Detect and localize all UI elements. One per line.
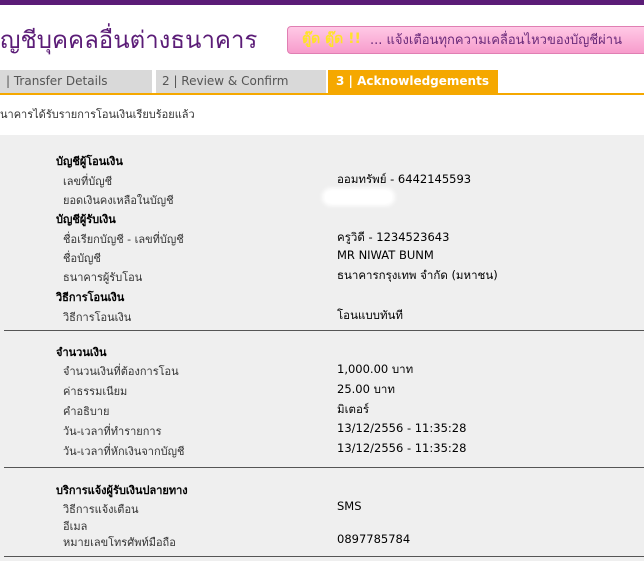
banner-text: ... แจ้งเตือนทุกความเคลื่อนไหวของบัญชีผ่… <box>370 33 622 48</box>
mobile-number-label: หมายเลขโทรศัพท์มือถือ <box>63 536 176 549</box>
notification-promo-banner[interactable]: ตู๊ด ตู๊ด !! ... แจ้งเตือนทุกความเคลื่อน… <box>287 26 644 54</box>
transfer-method-label: วิธีการโอนเงิน <box>63 311 132 324</box>
debit-time-value: 13/12/2556 - 11:35:28 <box>337 441 467 455</box>
notification-channel-value: SMS <box>337 499 362 513</box>
memo-label: คำอธิบาย <box>63 405 110 418</box>
recipient-bank-value: ธนาคารกรุงเทพ จำกัด (มหาชน) <box>337 268 498 282</box>
section-divider <box>4 467 644 468</box>
tab-underline <box>0 93 644 95</box>
memo-value: มิเตอร์ <box>337 402 370 416</box>
recipient-name-label: ชื่อบัญชี <box>63 252 101 265</box>
transaction-time-label: วัน-เวลาที่ทำรายการ <box>63 425 162 438</box>
transfer-amount-label: จำนวนเงินที่ต้องการโอน <box>63 365 179 378</box>
recipient-alias-value: ครูวิดี - 1234523643 <box>337 230 450 244</box>
amount-heading: จำนวนเงิน <box>56 346 107 359</box>
from-account-heading: บัญชีผู้โอนเงิน <box>56 155 123 168</box>
recipient-alias-label: ชื่อเรียกบัญชี - เลขที่บัญชี <box>63 233 184 246</box>
page-title: ญชีบุคคลอื่นต่างธนาคาร <box>0 26 258 54</box>
recipient-notification-heading: บริการแจ้งผู้รับเงินปลายทาง <box>56 484 188 497</box>
tab-acknowledgements[interactable]: 3 | Acknowledgements <box>328 70 498 93</box>
balance-label: ยอดเงินคงเหลือในบัญชี <box>63 194 174 207</box>
tab-review-confirm[interactable]: 2 | Review & Confirm <box>156 70 326 93</box>
from-account-number-value: ออมทรัพย์ - 6442145593 <box>337 172 472 186</box>
top-brand-bar <box>0 0 644 5</box>
section-divider <box>4 556 644 557</box>
transaction-time-value: 13/12/2556 - 11:35:28 <box>337 421 467 435</box>
tab-transfer-details[interactable]: | Transfer Details <box>0 70 154 93</box>
section-divider <box>4 330 644 331</box>
balance-value-redacted <box>325 191 392 203</box>
transfer-method-heading: วิธีการโอนเงิน <box>56 291 125 304</box>
notification-channel-label: วิธีการแจ้งเตือน <box>63 503 139 516</box>
fee-label: ค่าธรรมเนียม <box>63 385 128 398</box>
debit-time-label: วัน-เวลาที่หักเงินจากบัญชี <box>63 445 185 458</box>
success-message: นาคารได้รับรายการโอนเงินเรียบร้อยแล้ว <box>0 108 195 121</box>
transfer-method-value: โอนแบบทันที <box>337 308 403 322</box>
from-account-number-label: เลขที่บัญชี <box>63 175 113 188</box>
fee-value: 25.00 บาท <box>337 382 395 396</box>
recipient-bank-label: ธนาคารผู้รับโอน <box>63 271 143 284</box>
banner-badge: ตู๊ด ตู๊ด !! <box>302 31 361 47</box>
mobile-number-value: 0897785784 <box>337 532 411 546</box>
recipient-name-value: MR NIWAT BUNM <box>337 248 434 262</box>
to-account-heading: บัญชีผู้รับเงิน <box>56 213 116 226</box>
transfer-amount-value: 1,000.00 บาท <box>337 362 414 376</box>
